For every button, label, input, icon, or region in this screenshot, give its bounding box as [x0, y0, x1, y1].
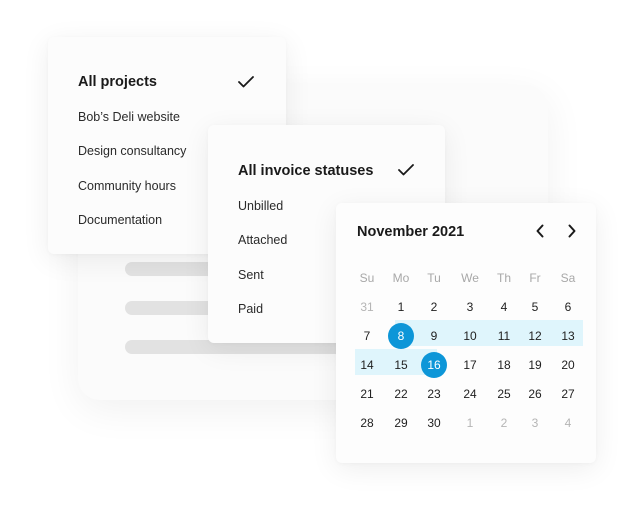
calendar-day[interactable]: 4	[489, 294, 519, 320]
day-number: 15	[394, 358, 408, 372]
date-range-calendar: November 2021 Su Mo Tu We Th Fr Sa 31 1 2 3 4 5 6 7 8 9 1…	[336, 203, 596, 463]
calendar-day[interactable]: 18	[489, 352, 519, 378]
stage: All projects Bob’s Deli website Design c…	[0, 0, 644, 523]
day-number: 7	[363, 329, 371, 343]
weekday-header: Mo	[392, 271, 410, 285]
calendar-day-outside-month[interactable]: 1	[455, 410, 485, 436]
calendar-day[interactable]: 25	[489, 381, 519, 407]
calendar-day[interactable]: 26	[520, 381, 550, 407]
menu-item-sent[interactable]: Sent	[238, 268, 264, 282]
day-number: 17	[463, 358, 477, 372]
day-number: 2	[430, 300, 438, 314]
weekday-header: Fr	[529, 271, 541, 285]
calendar-day[interactable]: 24	[455, 381, 485, 407]
menu-item-bobs-deli-website[interactable]: Bob’s Deli website	[78, 110, 180, 124]
menu-item-paid[interactable]: Paid	[238, 302, 263, 316]
weekday-header: Su	[359, 271, 375, 285]
day-number: 24	[463, 387, 477, 401]
day-number: 12	[528, 329, 542, 343]
calendar-day-outside-month[interactable]: 2	[489, 410, 519, 436]
calendar-day[interactable]: 6	[553, 294, 583, 320]
day-number: 1	[397, 300, 405, 314]
calendar-day[interactable]: 12	[520, 323, 550, 349]
calendar-day-selected[interactable]: 8	[386, 323, 416, 349]
menu-item-design-consultancy[interactable]: Design consultancy	[78, 144, 186, 158]
calendar-day[interactable]: 3	[455, 294, 485, 320]
day-number: 27	[561, 387, 575, 401]
calendar-day[interactable]: 20	[553, 352, 583, 378]
day-number: 6	[564, 300, 572, 314]
day-number: 2	[500, 416, 508, 430]
calendar-day[interactable]: 1	[386, 294, 416, 320]
chevron-right-icon	[568, 224, 576, 238]
weekday-header: Sa	[560, 271, 576, 285]
calendar-day[interactable]: 19	[520, 352, 550, 378]
calendar-day[interactable]: 5	[520, 294, 550, 320]
day-number: 21	[360, 387, 374, 401]
day-number: 29	[394, 416, 408, 430]
calendar-day[interactable]: 14	[352, 352, 382, 378]
day-number: 26	[528, 387, 542, 401]
day-number: 4	[564, 416, 572, 430]
menu-item-documentation[interactable]: Documentation	[78, 213, 162, 227]
day-number: 8	[388, 323, 414, 349]
day-number: 10	[463, 329, 477, 343]
day-number: 9	[430, 329, 438, 343]
day-number: 3	[466, 300, 474, 314]
weekday-header: We	[461, 271, 479, 285]
day-number: 4	[500, 300, 508, 314]
calendar-day[interactable]: 9	[419, 323, 449, 349]
day-number: 19	[528, 358, 542, 372]
calendar-day-outside-month[interactable]: 31	[352, 294, 382, 320]
calendar-day[interactable]: 17	[455, 352, 485, 378]
calendar-day[interactable]: 10	[455, 323, 485, 349]
day-number: 30	[427, 416, 441, 430]
calendar-day[interactable]: 21	[352, 381, 382, 407]
day-number: 1	[466, 416, 474, 430]
day-number: 23	[427, 387, 441, 401]
day-number: 5	[531, 300, 539, 314]
day-number: 11	[497, 329, 511, 343]
calendar-day[interactable]: 27	[553, 381, 583, 407]
calendar-month-title: November 2021	[357, 224, 465, 240]
calendar-day[interactable]: 29	[386, 410, 416, 436]
calendar-day-outside-month[interactable]: 3	[520, 410, 550, 436]
menu-item-community-hours[interactable]: Community hours	[78, 179, 176, 193]
calendar-day[interactable]: 2	[419, 294, 449, 320]
calendar-day-outside-month[interactable]: 4	[553, 410, 583, 436]
menu-item-all-invoice-statuses[interactable]: All invoice statuses	[238, 163, 373, 179]
day-number: 20	[561, 358, 575, 372]
day-number: 22	[394, 387, 408, 401]
menu-item-attached[interactable]: Attached	[238, 233, 287, 247]
check-icon	[238, 76, 254, 88]
calendar-day[interactable]: 22	[386, 381, 416, 407]
next-month-button[interactable]	[563, 222, 581, 240]
chevron-left-icon	[536, 224, 544, 238]
calendar-day[interactable]: 28	[352, 410, 382, 436]
weekday-header: Th	[496, 271, 511, 285]
calendar-day[interactable]: 13	[553, 323, 583, 349]
menu-item-all-projects[interactable]: All projects	[78, 74, 157, 90]
prev-month-button[interactable]	[531, 222, 549, 240]
day-number: 31	[360, 300, 374, 314]
day-number: 28	[360, 416, 374, 430]
calendar-day[interactable]: 23	[419, 381, 449, 407]
weekday-header: Tu	[427, 271, 441, 285]
calendar-day[interactable]: 7	[352, 323, 382, 349]
day-number: 25	[497, 387, 511, 401]
day-number: 16	[421, 352, 447, 378]
check-icon	[398, 164, 414, 176]
day-number: 18	[497, 358, 511, 372]
calendar-day[interactable]: 11	[489, 323, 519, 349]
day-number: 3	[531, 416, 539, 430]
day-number: 14	[360, 358, 374, 372]
calendar-day[interactable]: 15	[386, 352, 416, 378]
calendar-day[interactable]: 30	[419, 410, 449, 436]
calendar-day-selected[interactable]: 16	[419, 352, 449, 378]
day-number: 13	[561, 329, 575, 343]
menu-item-unbilled[interactable]: Unbilled	[238, 199, 283, 213]
